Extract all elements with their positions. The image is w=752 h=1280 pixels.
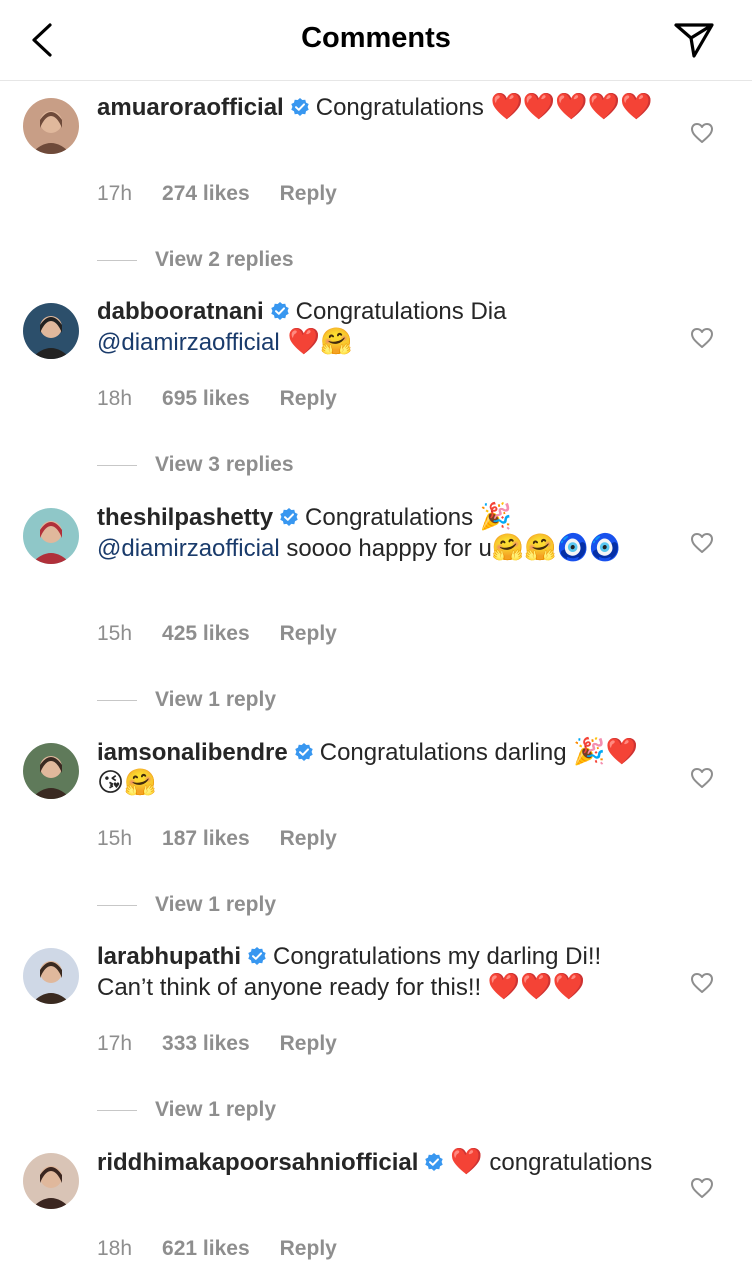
replies-divider bbox=[97, 1109, 137, 1111]
comment-text: amuaroraofficial Congratulations ❤️❤️❤️❤️… bbox=[97, 92, 657, 123]
replies-divider bbox=[97, 464, 137, 466]
verified-badge-icon bbox=[425, 1153, 444, 1171]
comment-body: Congratulations Dia bbox=[295, 298, 507, 325]
emoji-text: 🎉 bbox=[479, 502, 513, 532]
emoji-text: ❤️❤️❤️❤️❤️ bbox=[490, 92, 653, 122]
verified-badge-icon bbox=[295, 743, 313, 761]
comment-body: soooo happpy for u bbox=[279, 535, 492, 562]
view-replies-button[interactable]: View 3 replies bbox=[97, 453, 294, 483]
view-replies-label: View 1 reply bbox=[155, 1098, 277, 1121]
view-replies-button[interactable]: View 1 reply bbox=[97, 893, 276, 923]
emoji-text: ❤️ bbox=[450, 1147, 483, 1177]
like-heart-icon[interactable] bbox=[690, 767, 714, 789]
comment-body: Congratulations darling bbox=[319, 739, 574, 766]
username-link[interactable]: larabhupathi bbox=[97, 943, 241, 970]
timestamp: 15h bbox=[97, 622, 133, 645]
view-replies-button[interactable]: View 2 replies bbox=[97, 248, 294, 278]
likes-count[interactable]: 695 likes bbox=[162, 387, 250, 410]
comment-meta: 18h 621 likes Reply bbox=[97, 1237, 337, 1261]
like-heart-icon[interactable] bbox=[690, 327, 714, 349]
page-title: Comments bbox=[301, 22, 451, 54]
username-link[interactable]: dabbooratnani bbox=[97, 298, 264, 325]
likes-count[interactable]: 333 likes bbox=[162, 1032, 250, 1055]
like-heart-icon[interactable] bbox=[690, 1177, 714, 1199]
emoji-text: ❤️🤗 bbox=[279, 327, 353, 357]
likes-count[interactable]: 274 likes bbox=[162, 182, 250, 205]
send-icon[interactable] bbox=[672, 20, 716, 60]
verified-badge-icon bbox=[280, 508, 298, 526]
view-replies-label: View 1 reply bbox=[155, 893, 277, 916]
replies-divider bbox=[97, 259, 137, 261]
like-heart-icon[interactable] bbox=[690, 532, 714, 554]
mention-link[interactable]: @diamirzaofficial bbox=[97, 535, 280, 562]
timestamp: 17h bbox=[97, 182, 133, 205]
comment-body: Congratulations bbox=[315, 94, 491, 121]
verified-badge-icon bbox=[248, 947, 266, 965]
reply-button[interactable]: Reply bbox=[280, 1032, 337, 1055]
likes-count[interactable]: 187 likes bbox=[162, 827, 250, 850]
comment-text: iamsonalibendre Congratulations darling 🎉… bbox=[97, 737, 657, 799]
view-replies-label: View 1 reply bbox=[155, 688, 277, 711]
comment-meta: 17h 274 likes Reply bbox=[97, 182, 337, 206]
verified-badge-icon bbox=[291, 98, 309, 116]
username-link[interactable]: amuaroraofficial bbox=[97, 94, 284, 121]
reply-button[interactable]: Reply bbox=[280, 1237, 337, 1260]
avatar[interactable] bbox=[23, 743, 79, 799]
like-heart-icon[interactable] bbox=[690, 122, 714, 144]
replies-divider bbox=[97, 904, 137, 906]
reply-button[interactable]: Reply bbox=[280, 182, 337, 205]
comment-text: theshilpashetty Congratulations 🎉 @diamir… bbox=[97, 502, 657, 564]
timestamp: 18h bbox=[97, 1237, 133, 1260]
timestamp: 17h bbox=[97, 1032, 133, 1055]
comment-meta: 15h 187 likes Reply bbox=[97, 827, 337, 851]
header: Comments bbox=[0, 0, 752, 81]
avatar[interactable] bbox=[23, 303, 79, 359]
reply-button[interactable]: Reply bbox=[280, 827, 337, 850]
emoji-text: ❤️❤️❤️ bbox=[487, 972, 586, 1002]
comment-meta: 17h 333 likes Reply bbox=[97, 1032, 337, 1056]
comment-meta: 15h 425 likes Reply bbox=[97, 622, 337, 646]
likes-count[interactable]: 425 likes bbox=[162, 622, 250, 645]
avatar[interactable] bbox=[23, 948, 79, 1004]
comment-body: Congratulations bbox=[305, 504, 480, 531]
comment-text: larabhupathi Congratulations my darling D… bbox=[97, 942, 657, 1003]
mention-link[interactable]: @diamirzaofficial bbox=[97, 329, 280, 356]
view-replies-button[interactable]: View 1 reply bbox=[97, 688, 276, 718]
view-replies-label: View 2 replies bbox=[155, 248, 294, 271]
username-link[interactable]: riddhimakapoorsahniofficial bbox=[97, 1149, 418, 1176]
reply-button[interactable]: Reply bbox=[280, 387, 337, 410]
comment-text: dabbooratnani Congratulations Dia @diamir… bbox=[97, 297, 657, 358]
view-replies-label: View 3 replies bbox=[155, 453, 294, 476]
like-heart-icon[interactable] bbox=[690, 972, 714, 994]
replies-divider bbox=[97, 699, 137, 701]
comment-body: congratulations bbox=[482, 1149, 653, 1176]
comment-meta: 18h 695 likes Reply bbox=[97, 387, 337, 411]
view-replies-button[interactable]: View 1 reply bbox=[97, 1098, 276, 1128]
likes-count[interactable]: 621 likes bbox=[162, 1237, 250, 1260]
avatar[interactable] bbox=[23, 508, 79, 564]
avatar[interactable] bbox=[23, 1153, 79, 1209]
comment-text: riddhimakapoorsahniofficial ❤️ congratula… bbox=[97, 1147, 657, 1178]
timestamp: 18h bbox=[97, 387, 133, 410]
emoji-text: 🤗🤗🧿🧿 bbox=[491, 533, 622, 563]
avatar[interactable] bbox=[23, 98, 79, 154]
timestamp: 15h bbox=[97, 827, 133, 850]
verified-badge-icon bbox=[270, 302, 289, 320]
reply-button[interactable]: Reply bbox=[280, 622, 337, 645]
username-link[interactable]: theshilpashetty bbox=[97, 504, 273, 531]
username-link[interactable]: iamsonalibendre bbox=[97, 739, 288, 766]
